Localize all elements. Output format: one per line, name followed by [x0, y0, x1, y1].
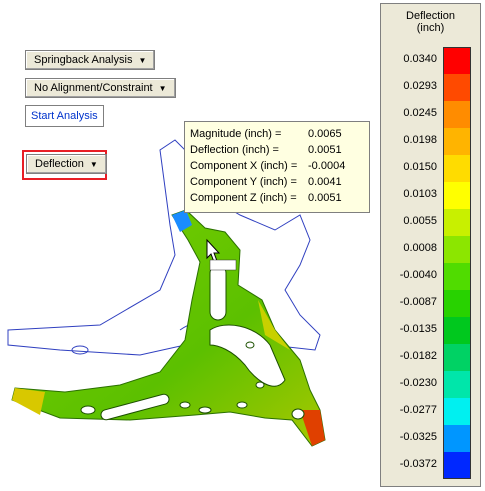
tooltip-label: Component Z (inch) = [190, 192, 297, 204]
tooltip-value: 0.0051 [308, 192, 342, 204]
legend-entry: -0.0277 [381, 398, 480, 425]
legend-swatch [443, 182, 471, 209]
legend-entry: 0.0150 [381, 155, 480, 182]
legend-value: 0.0293 [403, 80, 437, 92]
legend-swatch [443, 425, 471, 452]
legend-entry: 0.0103 [381, 182, 480, 209]
legend-value: -0.0182 [399, 350, 437, 362]
legend-value: 0.0245 [403, 107, 437, 119]
legend-swatch [443, 209, 471, 236]
legend-entry: 0.0055 [381, 209, 480, 236]
part-hole [245, 341, 255, 349]
legend-swatch [443, 344, 471, 371]
part-hole [80, 405, 96, 415]
part-hole [198, 406, 212, 414]
part-hole [291, 408, 305, 420]
legend-swatch [443, 128, 471, 155]
tooltip-value: 0.0041 [308, 176, 342, 188]
legend-entry: 0.0340 [381, 47, 480, 74]
legend-swatch [443, 101, 471, 128]
legend-swatch [443, 398, 471, 425]
part-hole [236, 401, 248, 409]
legend-title-line1: Deflection [406, 10, 455, 22]
legend-entry: -0.0372 [381, 452, 480, 479]
legend-value: 0.0150 [403, 161, 437, 173]
legend-swatch [443, 236, 471, 263]
legend-value: -0.0230 [399, 377, 437, 389]
legend-entry: -0.0087 [381, 290, 480, 317]
legend-value: -0.0087 [399, 296, 437, 308]
legend-value: 0.0103 [403, 188, 437, 200]
legend-value: 0.0008 [403, 242, 437, 254]
legend-value: -0.0040 [399, 269, 437, 281]
tooltip-row-component-x: Component X (inch) = -0.0004 [190, 158, 364, 174]
legend-value: -0.0135 [399, 323, 437, 335]
legend-title: Deflection (inch) [381, 10, 480, 34]
tooltip-row-deflection: Deflection (inch) = 0.0051 [190, 142, 364, 158]
legend-value: 0.0198 [403, 134, 437, 146]
legend-swatch [443, 155, 471, 182]
legend-swatch [443, 371, 471, 398]
tooltip-label: Component X (inch) = [190, 160, 298, 172]
blank-hole [71, 345, 89, 355]
part-slot-vertical [209, 264, 227, 321]
tooltip-label: Magnitude (inch) = [190, 128, 282, 140]
legend-value: 0.0340 [403, 53, 437, 65]
part-hole [255, 381, 265, 389]
legend-swatch [443, 47, 471, 74]
legend-entry: 0.0198 [381, 128, 480, 155]
tooltip-row-magnitude: Magnitude (inch) = 0.0065 [190, 126, 364, 142]
region-positive [12, 388, 45, 415]
legend-value: -0.0325 [399, 431, 437, 443]
legend-entry: -0.0040 [381, 263, 480, 290]
legend-entry: -0.0135 [381, 317, 480, 344]
part-body [11, 209, 326, 447]
legend-entry: -0.0182 [381, 344, 480, 371]
legend-swatch [443, 452, 471, 479]
tooltip-value: 0.0051 [308, 144, 342, 156]
legend-value: 0.0055 [403, 215, 437, 227]
probe-tooltip: Magnitude (inch) = 0.0065 Deflection (in… [184, 121, 370, 213]
tooltip-label: Deflection (inch) = [190, 144, 279, 156]
legend-swatch [443, 317, 471, 344]
tooltip-value: 0.0065 [308, 128, 342, 140]
legend-entry: 0.0293 [381, 74, 480, 101]
deflection-legend: Deflection (inch) 0.0340 0.0293 0.0245 0.01… [380, 3, 481, 487]
legend-value: -0.0372 [399, 458, 437, 470]
tooltip-row-component-y: Component Y (inch) = 0.0041 [190, 174, 364, 190]
legend-swatch [443, 263, 471, 290]
tooltip-row-component-z: Component Z (inch) = 0.0051 [190, 190, 364, 206]
tooltip-value: -0.0004 [308, 160, 346, 172]
legend-value: -0.0277 [399, 404, 437, 416]
legend-entry: 0.0245 [381, 101, 480, 128]
probe-marker [209, 259, 237, 271]
legend-entry: 0.0008 [381, 236, 480, 263]
tooltip-label: Component Y (inch) = [190, 176, 297, 188]
legend-title-line2: (inch) [416, 22, 445, 34]
part-hole [179, 401, 191, 409]
legend-entry: -0.0325 [381, 425, 480, 452]
legend-swatch [443, 74, 471, 101]
legend-swatch [443, 290, 471, 317]
legend-entry: -0.0230 [381, 371, 480, 398]
